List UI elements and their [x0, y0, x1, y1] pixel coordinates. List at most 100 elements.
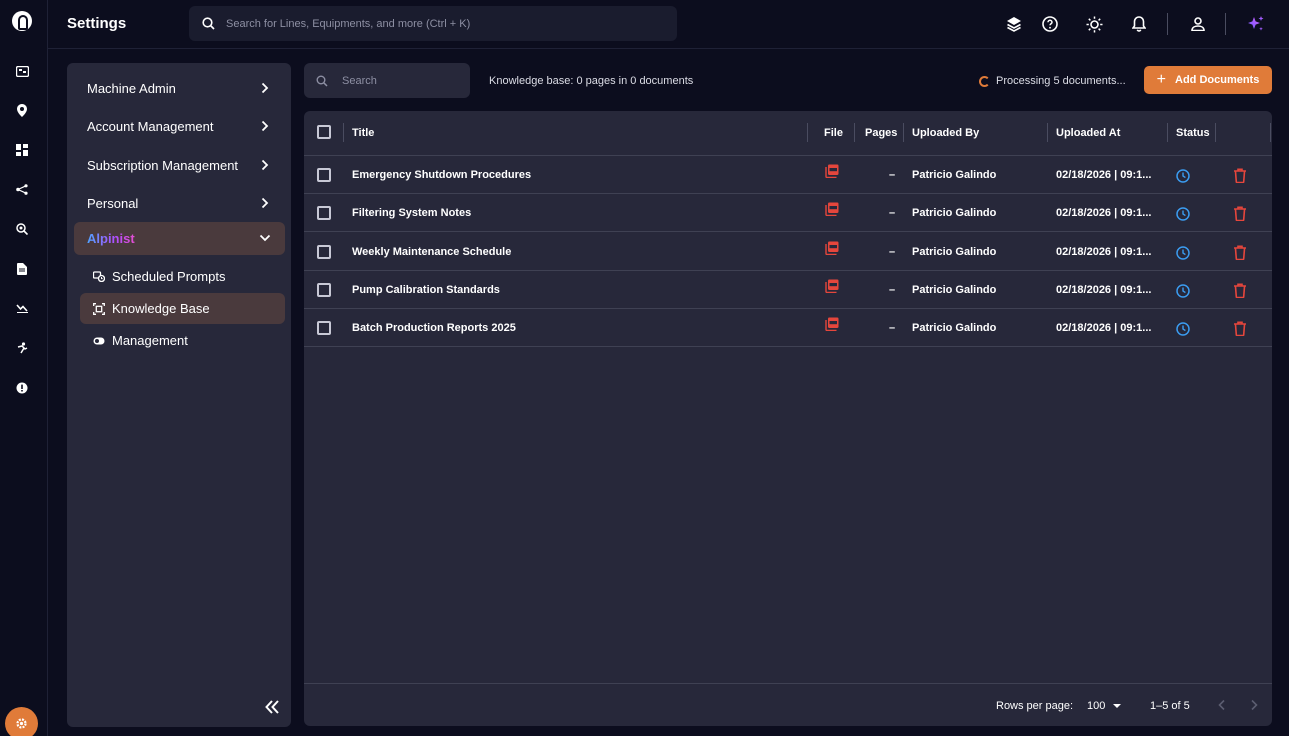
add-documents-button[interactable]: + Add Documents — [1144, 66, 1272, 94]
uploaded-by: Patricio Galindo — [912, 169, 997, 181]
column-header-title[interactable]: Title — [352, 127, 374, 139]
table-row[interactable]: Pump Calibration Standards – Patricio Gali… — [304, 271, 1272, 309]
ai-sparkle-icon[interactable] — [1246, 14, 1266, 34]
sidebar-item-personal[interactable]: Personal — [74, 187, 285, 220]
table-row[interactable]: Emergency Shutdown Procedures – Patricio G… — [304, 156, 1272, 194]
agent-icon[interactable] — [12, 338, 32, 358]
column-header-file[interactable]: File — [824, 127, 843, 139]
search-icon — [202, 17, 215, 30]
document-icon[interactable] — [12, 259, 32, 279]
rows-per-page-label: Rows per page: — [996, 700, 1074, 712]
column-header-pages[interactable]: Pages — [865, 127, 897, 139]
layers-icon[interactable] — [1004, 14, 1024, 34]
table-row[interactable]: Filtering System Notes – Patricio Galindo 0… — [304, 194, 1272, 233]
delete-trash-icon[interactable] — [1233, 245, 1247, 260]
add-documents-label: Add Documents — [1175, 74, 1260, 86]
sidebar-item-alpinist[interactable]: Alpinist — [74, 222, 285, 255]
pdf-file-icon[interactable] — [825, 164, 839, 178]
row-checkbox[interactable] — [317, 244, 331, 259]
chevron-down-icon — [259, 234, 271, 242]
user-profile-icon[interactable] — [1188, 14, 1208, 34]
search-insight-icon[interactable] — [12, 219, 32, 239]
processing-status: Processing 5 documents... — [979, 75, 1126, 87]
document-pages: – — [889, 245, 896, 258]
icon-rail — [0, 0, 48, 736]
pending-clock-icon — [1176, 245, 1190, 260]
app-logo-icon[interactable] — [12, 11, 32, 31]
delete-trash-icon[interactable] — [1233, 321, 1247, 337]
theme-sun-icon[interactable] — [1084, 14, 1104, 34]
sidebar-item-account-management[interactable]: Account Management — [74, 110, 285, 143]
column-separator — [854, 123, 855, 142]
uploaded-at: 02/18/2026 | 09:1... — [1056, 207, 1152, 220]
table-row[interactable]: Batch Production Reports 2025 – Patricio G… — [304, 309, 1272, 348]
pdf-file-icon[interactable] — [825, 317, 839, 332]
alert-icon[interactable] — [12, 378, 32, 398]
documents-table: Title File Pages Uploaded By Uploaded At… — [304, 111, 1272, 726]
select-all-checkbox[interactable] — [317, 125, 331, 139]
location-pin-icon[interactable] — [12, 100, 32, 120]
sidebar-item-label: Alpinist — [87, 231, 135, 246]
document-title[interactable]: Filtering System Notes — [352, 207, 792, 219]
delete-trash-icon[interactable] — [1233, 283, 1247, 298]
knowledge-base-summary: Knowledge base: 0 pages in 0 documents — [489, 75, 694, 87]
row-checkbox[interactable] — [317, 321, 331, 336]
column-separator — [1270, 123, 1271, 142]
pdf-file-icon[interactable] — [825, 241, 839, 255]
knowledge-base-icon — [93, 302, 105, 315]
document-title[interactable]: Emergency Shutdown Procedures — [352, 169, 792, 181]
column-header-uploaded-at[interactable]: Uploaded At — [1056, 127, 1120, 139]
column-header-status[interactable]: Status — [1176, 127, 1210, 139]
divider — [1225, 13, 1226, 35]
pdf-file-icon[interactable] — [825, 202, 839, 217]
sidebar-subitem-scheduled-prompts[interactable]: Scheduled Prompts — [80, 261, 285, 292]
column-header-uploaded-by[interactable]: Uploaded By — [912, 127, 979, 139]
table-pagination: Rows per page: 100 1–5 of 5 — [304, 683, 1272, 726]
row-checkbox[interactable] — [317, 168, 331, 182]
global-search[interactable] — [189, 6, 677, 41]
sidebar-item-label: Machine Admin — [87, 81, 176, 96]
pending-clock-icon — [1176, 169, 1190, 183]
collapse-sidebar-icon[interactable] — [264, 699, 280, 715]
sidebar-subitem-label: Scheduled Prompts — [112, 269, 226, 284]
chevron-right-icon — [261, 120, 269, 132]
row-checkbox[interactable] — [317, 206, 331, 221]
settings-sidebar: Machine Admin Account Management Subscri… — [67, 63, 291, 727]
dashboard-icon[interactable] — [12, 61, 32, 81]
sidebar-item-subscription-management[interactable]: Subscription Management — [74, 149, 285, 182]
table-header: Title File Pages Uploaded By Uploaded At… — [304, 111, 1272, 156]
share-nodes-icon[interactable] — [12, 179, 32, 199]
previous-page-icon[interactable] — [1215, 698, 1229, 712]
sidebar-item-machine-admin[interactable]: Machine Admin — [74, 72, 285, 105]
bell-icon[interactable] — [1129, 14, 1149, 34]
column-separator — [807, 123, 808, 142]
sidebar-subitem-management[interactable]: Management — [80, 325, 285, 356]
document-title[interactable]: Pump Calibration Standards — [352, 284, 792, 296]
delete-trash-icon[interactable] — [1233, 206, 1247, 222]
pdf-file-icon[interactable] — [825, 279, 839, 293]
spinner-icon — [979, 75, 990, 87]
knowledge-base-search-input[interactable] — [342, 74, 452, 87]
sidebar-item-label: Personal — [87, 196, 139, 211]
document-title[interactable]: Batch Production Reports 2025 — [352, 322, 792, 334]
sidebar-item-label: Subscription Management — [87, 158, 239, 173]
delete-trash-icon[interactable] — [1233, 168, 1247, 183]
help-icon[interactable] — [1040, 14, 1060, 34]
trend-icon[interactable] — [12, 298, 32, 318]
table-row[interactable]: Weekly Maintenance Schedule – Patricio Gal… — [304, 233, 1272, 271]
next-page-icon[interactable] — [1247, 698, 1261, 712]
sidebar-subitem-label: Management — [112, 333, 188, 348]
grid-icon[interactable] — [12, 140, 32, 160]
row-checkbox[interactable] — [317, 282, 331, 297]
rows-per-page-select[interactable]: 100 — [1087, 700, 1122, 712]
column-separator — [1047, 123, 1048, 142]
sidebar-subitem-knowledge-base[interactable]: Knowledge Base — [80, 293, 285, 324]
settings-gear-button[interactable] — [5, 707, 38, 736]
global-search-input[interactable] — [226, 17, 646, 30]
knowledge-base-search[interactable] — [304, 63, 470, 98]
document-pages: – — [889, 322, 896, 335]
column-separator — [343, 123, 344, 142]
processing-text: Processing 5 documents... — [996, 75, 1126, 87]
document-title[interactable]: Weekly Maintenance Schedule — [352, 246, 792, 258]
top-bar: Settings — [48, 0, 1289, 49]
